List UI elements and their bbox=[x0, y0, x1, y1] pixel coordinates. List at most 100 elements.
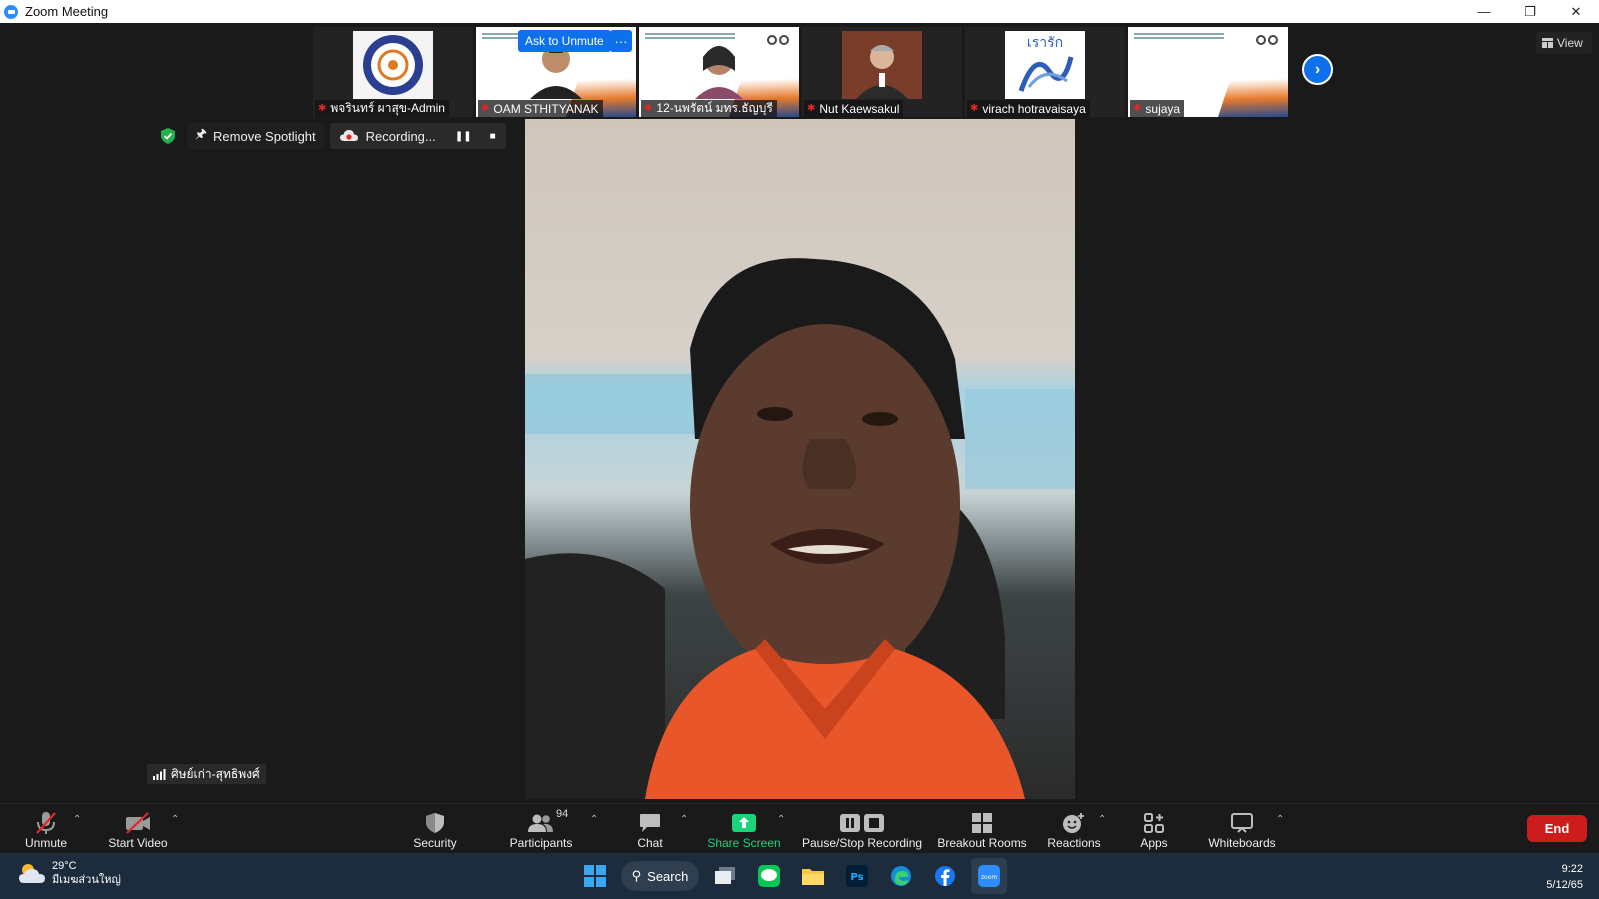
svg-text:zoom: zoom bbox=[981, 874, 997, 881]
pause-stop-icon bbox=[840, 814, 884, 832]
apps-button[interactable]: Apps bbox=[1136, 808, 1172, 852]
participant-name: ✱ virach hotravaisaya bbox=[967, 100, 1090, 117]
pause-recording-button[interactable]: ❚❚ bbox=[455, 131, 472, 142]
svg-text:เรารัก: เรารัก bbox=[1027, 35, 1063, 51]
taskbar-search-button[interactable]: ⚲ Search bbox=[621, 861, 699, 891]
muted-mic-icon: ✱ bbox=[807, 103, 816, 114]
participant-tile[interactable]: Ask to Unmute ··· ✱ OAM STHITYANAK bbox=[476, 27, 636, 117]
photoshop-button[interactable]: Ps bbox=[839, 858, 875, 894]
title-bar: Zoom Meeting — ❐ ✕ bbox=[0, 0, 1599, 23]
participants-icon bbox=[528, 814, 553, 832]
speaker-video-frame bbox=[525, 119, 1075, 799]
system-clock[interactable]: 9:22 5/12/65 bbox=[1546, 861, 1583, 893]
smiley-icon bbox=[1063, 813, 1084, 833]
breakout-rooms-icon bbox=[972, 813, 992, 833]
chat-button[interactable]: Chat bbox=[632, 808, 668, 852]
apps-icon bbox=[1144, 813, 1164, 833]
window-title: Zoom Meeting bbox=[25, 4, 109, 19]
task-view-icon bbox=[715, 867, 735, 884]
start-video-button[interactable]: Start Video bbox=[108, 808, 168, 852]
whiteboards-button[interactable]: Whiteboards bbox=[1206, 808, 1278, 852]
restore-button[interactable]: ❐ bbox=[1507, 0, 1553, 23]
weather-widget[interactable]: 29°C มีเมฆส่วนใหญ่ bbox=[18, 859, 121, 887]
os-taskbar: 29°C มีเมฆส่วนใหญ่ ⚲ Search Ps zoom 9:22… bbox=[0, 853, 1599, 899]
ask-to-unmute-button[interactable]: Ask to Unmute bbox=[518, 30, 611, 52]
breakout-rooms-button[interactable]: Breakout Rooms bbox=[937, 808, 1027, 852]
participant-tile[interactable]: ✱ พจรินทร์ ผาสุข-Admin bbox=[313, 27, 473, 117]
zoom-app-button[interactable]: zoom bbox=[971, 858, 1007, 894]
muted-mic-icon: ✱ bbox=[1133, 103, 1142, 114]
end-meeting-button[interactable]: End bbox=[1527, 815, 1587, 842]
encryption-shield-icon[interactable] bbox=[155, 123, 181, 149]
organization-logo-icon: เรารัก bbox=[1005, 31, 1085, 99]
reactions-options-caret-icon[interactable]: ⌃ bbox=[1098, 814, 1106, 825]
meeting-toolbar: Unmute ⌃ Start Video ⌃ Security 94 Parti… bbox=[0, 803, 1599, 853]
muted-microphone-icon bbox=[36, 812, 56, 834]
line-app-button[interactable] bbox=[751, 858, 787, 894]
muted-mic-icon: ✱ bbox=[644, 103, 653, 114]
share-screen-button[interactable]: Share Screen bbox=[707, 808, 781, 852]
windows-logo-icon bbox=[584, 865, 606, 887]
stop-recording-button[interactable]: ■ bbox=[490, 131, 496, 142]
task-view-button[interactable] bbox=[707, 858, 743, 894]
person-avatar-icon bbox=[842, 31, 922, 99]
participant-tile[interactable]: ✱ 12-นพรัตน์ มทร.ธัญบุรี bbox=[639, 27, 799, 117]
muted-mic-icon: ✱ bbox=[481, 103, 490, 114]
recording-indicator: Recording... ❚❚ ■ bbox=[329, 123, 506, 149]
chat-bubble-icon bbox=[640, 814, 660, 832]
facebook-button[interactable] bbox=[927, 858, 963, 894]
remove-spotlight-button[interactable]: 🖈 Remove Spotlight bbox=[187, 123, 324, 149]
organization-logo-icon bbox=[353, 31, 433, 99]
whiteboard-icon bbox=[1231, 813, 1253, 833]
audio-options-caret-icon[interactable]: ⌃ bbox=[73, 814, 81, 825]
security-shield-icon bbox=[426, 813, 444, 833]
signal-strength-icon bbox=[153, 768, 166, 780]
video-off-icon bbox=[126, 812, 150, 834]
zoom-app-icon: zoom bbox=[978, 865, 1000, 887]
edge-browser-button[interactable] bbox=[883, 858, 919, 894]
floating-controls: 🖈 Remove Spotlight Recording... ❚❚ ■ bbox=[155, 123, 506, 149]
active-speaker-name-label: ศิษย์เก่า-สุทธิพงศ์ bbox=[147, 764, 266, 784]
more-options-button[interactable]: ··· bbox=[610, 30, 632, 52]
folder-icon bbox=[802, 869, 824, 885]
whiteboards-options-caret-icon[interactable]: ⌃ bbox=[1276, 814, 1284, 825]
share-options-caret-icon[interactable]: ⌃ bbox=[777, 814, 785, 825]
next-page-button[interactable]: › bbox=[1302, 54, 1333, 85]
participant-strip: ✱ พจรินทร์ ผาสุข-Admin Ask to Unmute ··· … bbox=[313, 27, 1288, 117]
participant-tile[interactable]: ✱ Nut Kaewsakul bbox=[802, 27, 962, 117]
unmute-button[interactable]: Unmute bbox=[20, 808, 72, 852]
close-button[interactable]: ✕ bbox=[1553, 0, 1599, 23]
view-button[interactable]: View bbox=[1536, 32, 1592, 54]
file-explorer-button[interactable] bbox=[795, 858, 831, 894]
active-speaker-video bbox=[525, 119, 1075, 799]
line-app-icon bbox=[758, 865, 780, 887]
share-screen-icon bbox=[732, 814, 756, 832]
participants-button[interactable]: 94 Participants bbox=[505, 808, 577, 852]
reactions-button[interactable]: Reactions bbox=[1044, 808, 1104, 852]
pin-icon: 🖈 bbox=[195, 126, 208, 141]
grid-view-icon bbox=[1542, 38, 1553, 48]
video-options-caret-icon[interactable]: ⌃ bbox=[171, 814, 179, 825]
pause-stop-recording-button[interactable]: Pause/Stop Recording bbox=[802, 808, 922, 852]
muted-mic-icon: ✱ bbox=[970, 103, 979, 114]
participant-name: ✱ พจรินทร์ ผาสุข-Admin bbox=[315, 100, 449, 117]
facebook-icon bbox=[935, 866, 955, 886]
person-avatar-icon bbox=[695, 46, 743, 99]
svg-text:Ps: Ps bbox=[850, 872, 863, 883]
participant-name: ✱ sujaya bbox=[1130, 100, 1185, 117]
muted-mic-icon: ✱ bbox=[318, 103, 327, 114]
chat-options-caret-icon[interactable]: ⌃ bbox=[680, 814, 688, 825]
participants-options-caret-icon[interactable]: ⌃ bbox=[590, 814, 598, 825]
participant-name: ✱ 12-นพรัตน์ มทร.ธัญบุรี bbox=[641, 100, 777, 117]
cloud-recording-icon bbox=[339, 130, 358, 141]
minimize-button[interactable]: — bbox=[1461, 0, 1507, 23]
participant-tile[interactable]: เรารัก ✱ virach hotravaisaya bbox=[965, 27, 1125, 117]
start-menu-button[interactable] bbox=[577, 858, 613, 894]
participant-tile[interactable]: ✱ sujaya bbox=[1128, 27, 1288, 117]
zoom-logo-icon bbox=[4, 4, 18, 19]
partly-cloudy-icon bbox=[19, 864, 45, 883]
participant-name: ✱ Nut Kaewsakul bbox=[804, 100, 904, 117]
search-icon: ⚲ bbox=[631, 868, 642, 883]
meeting-stage: ✱ พจรินทร์ ผาสุข-Admin Ask to Unmute ··· … bbox=[0, 23, 1599, 803]
security-button[interactable]: Security bbox=[410, 808, 460, 852]
